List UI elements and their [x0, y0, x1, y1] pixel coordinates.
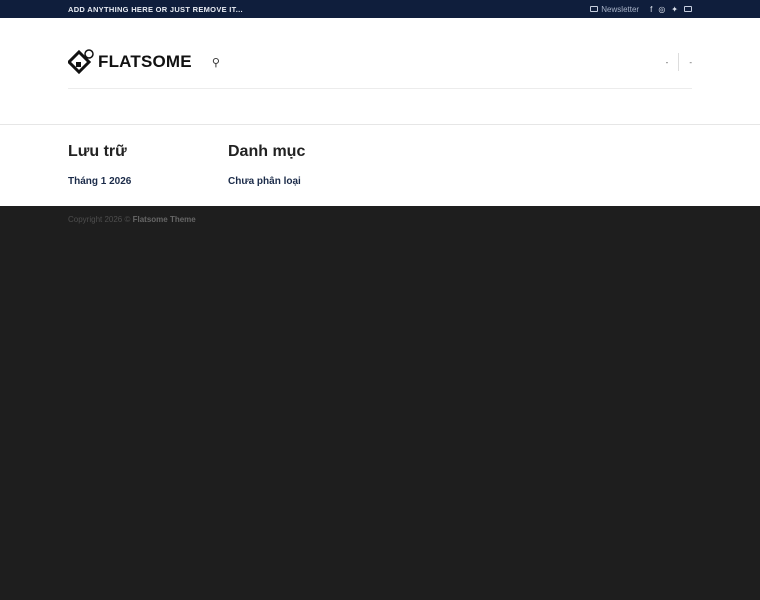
category-link[interactable]: Chưa phân loại: [228, 176, 301, 187]
twitter-icon[interactable]: ✦: [671, 5, 678, 14]
footer: Copyright 2026 © Flatsome Theme: [0, 206, 760, 233]
logo-text: FLATSOME: [98, 52, 192, 71]
search-icon[interactable]: ⚲: [212, 56, 220, 69]
widgets-area: Lưu trữ Tháng 1 2026 Danh mục Chưa phân …: [0, 125, 760, 206]
top-bar-right: Newsletter f ◎ ✦: [590, 5, 692, 14]
email-icon[interactable]: [684, 6, 692, 12]
instagram-icon[interactable]: ◎: [658, 5, 665, 14]
header-menu: - -: [666, 53, 692, 71]
site-header: FLATSOME ⚲ - -: [0, 18, 760, 125]
menu-item[interactable]: -: [666, 58, 669, 67]
widget-categories: Danh mục Chưa phân loại: [228, 143, 388, 206]
flatsome-logo-icon: [68, 49, 94, 75]
copyright-text: Copyright 2026 ©: [68, 215, 131, 224]
envelope-icon: [590, 6, 599, 12]
newsletter-link[interactable]: Newsletter: [590, 5, 639, 14]
top-bar-message: ADD ANYTHING HERE OR JUST REMOVE IT...: [68, 4, 243, 14]
facebook-icon[interactable]: f: [650, 5, 652, 14]
newsletter-label: Newsletter: [601, 4, 640, 14]
menu-divider: [678, 53, 680, 71]
widget-title: Lưu trữ: [68, 143, 127, 160]
widget-archives: Lưu trữ Tháng 1 2026: [68, 143, 228, 206]
widget-title: Danh mục: [228, 143, 306, 160]
menu-item[interactable]: -: [689, 58, 692, 67]
site-logo[interactable]: FLATSOME: [68, 49, 192, 75]
archive-link[interactable]: Tháng 1 2026: [68, 176, 131, 187]
top-bar: ADD ANYTHING HERE OR JUST REMOVE IT... N…: [0, 0, 760, 18]
theme-link[interactable]: Flatsome Theme: [133, 215, 196, 224]
